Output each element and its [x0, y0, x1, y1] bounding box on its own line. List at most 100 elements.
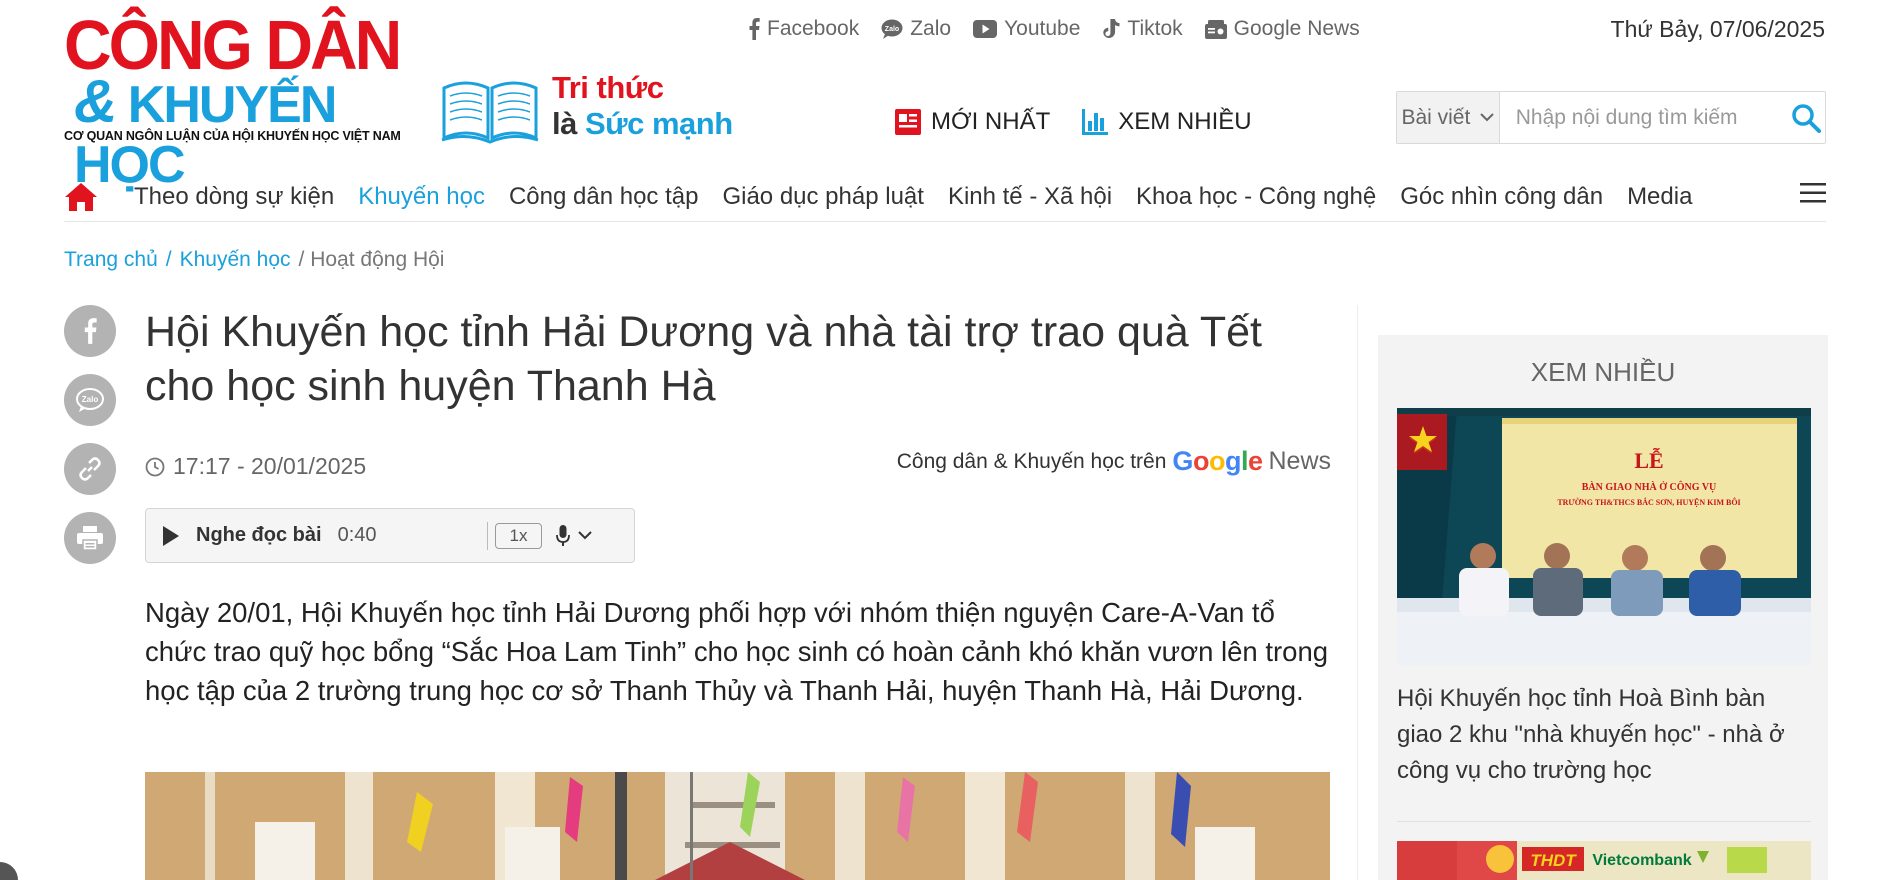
social-youtube[interactable]: Youtube	[973, 17, 1080, 41]
sidebar-story-title[interactable]: Hội Khuyến học tỉnh Hoà Bình bàn giao 2 …	[1397, 681, 1817, 789]
article-title: Hội Khuyến học tỉnh Hải Dương và nhà tài…	[145, 308, 1262, 410]
player-divider	[486, 521, 488, 550]
search-icon	[1792, 103, 1821, 133]
social-zalo[interactable]: Zalo Zalo	[881, 17, 951, 41]
slogan-line2-prefix: là	[552, 106, 585, 141]
social-google-news[interactable]: Google News	[1204, 17, 1360, 41]
share-bar: Zalo	[64, 305, 116, 564]
facebook-icon	[84, 318, 97, 344]
breadcrumb-home[interactable]: Trang chủ	[64, 248, 158, 272]
breadcrumb-current: / Hoạt động Hội	[298, 248, 445, 271]
nav-home[interactable]	[64, 177, 122, 217]
current-date: Thứ Bảy, 07/06/2025	[1610, 16, 1825, 42]
sidebar-story-image[interactable]: LỄ BÀN GIAO NHÀ Ở CÔNG VỤ TRƯỜNG TH&THCS…	[1397, 408, 1811, 665]
slogan-line2-highlight: Sức mạnh	[584, 106, 733, 141]
sidebar-story-image-2[interactable]: THDT Vietcombank	[1397, 841, 1811, 880]
school-ceremony-image	[145, 772, 1330, 880]
nav-item[interactable]: Kinh tế - Xã hội	[936, 183, 1124, 211]
banner-small-text: BÀN GIAO NHÀ Ở CÔNG VỤ	[1582, 480, 1717, 493]
social-label: Tiktok	[1127, 17, 1183, 40]
logo-line1: CÔNG DÂN	[64, 6, 402, 84]
article-photo[interactable]	[145, 772, 1330, 880]
printer-icon	[77, 526, 103, 550]
google-news-prefix: Công dân & Khuyến học trên	[896, 449, 1167, 473]
search-category-select[interactable]: Bài viết	[1397, 92, 1500, 143]
social-label: Zalo	[910, 17, 952, 40]
chevron-down-icon	[578, 531, 593, 540]
sidebar-title: XEM NHIỀU	[1530, 357, 1676, 387]
nav-item[interactable]: Media	[1615, 183, 1704, 211]
youtube-icon	[973, 20, 998, 38]
chevron-down-icon	[1480, 113, 1495, 122]
copy-link-button[interactable]	[64, 443, 116, 495]
social-links: Facebook Zalo Zalo Youtube Tiktok Google…	[748, 14, 1360, 44]
social-label: Facebook	[767, 17, 860, 40]
zalo-icon: Zalo	[881, 19, 903, 39]
home-icon	[65, 182, 97, 211]
logo-subtitle: CƠ QUAN NGÔN LUẬN CỦA HỘI KHUYẾN HỌC VIỆ…	[64, 129, 401, 143]
voice-select[interactable]	[556, 524, 593, 547]
quick-links: MỚI NHẤT XEM NHIỀU	[895, 108, 1252, 136]
menu-button[interactable]	[1800, 182, 1826, 209]
play-button[interactable]	[146, 525, 196, 547]
newest-link[interactable]: MỚI NHẤT	[895, 108, 1050, 136]
search-bar: Bài viết	[1396, 91, 1826, 144]
slogan-line1: Tri thức	[552, 70, 664, 105]
player-duration: 0:40	[337, 524, 377, 546]
slogan: Tri thức là Sức mạnh	[440, 70, 750, 145]
article-time: 17:17 - 20/01/2025	[145, 453, 366, 480]
open-book-icon	[441, 81, 539, 144]
clock-icon	[145, 457, 165, 476]
search-input[interactable]	[1499, 92, 1787, 143]
sponsor-logo-2: Vietcombank	[1592, 852, 1691, 869]
search-button[interactable]	[1787, 92, 1825, 143]
search-category-value: Bài viết	[1401, 105, 1471, 129]
nav-item[interactable]: Góc nhìn công dân	[1388, 183, 1615, 211]
sidebar-separator	[1397, 821, 1811, 822]
google-news-icon	[1204, 19, 1227, 39]
breadcrumb-section[interactable]: Khuyến học	[180, 248, 291, 272]
most-viewed-link[interactable]: XEM NHIỀU	[1082, 108, 1252, 136]
print-button[interactable]	[64, 512, 116, 564]
google-news-word: News	[1268, 447, 1331, 475]
nav-item[interactable]: Theo dòng sự kiện	[122, 183, 346, 211]
playback-speed-button[interactable]: 1x	[494, 522, 543, 549]
link-icon	[79, 457, 101, 481]
article-time-text: 17:17 - 20/01/2025	[173, 453, 367, 479]
audio-player: Nghe đọc bài 0:40 1x	[145, 508, 635, 563]
play-icon	[163, 525, 179, 546]
nav-item[interactable]: Công dân học tập	[497, 183, 710, 211]
svg-text:Zalo: Zalo	[885, 26, 899, 33]
most-viewed-label: XEM NHIỀU	[1118, 108, 1252, 135]
banner-small-text-2: TRƯỜNG TH&THCS BẮC SƠN, HUYỆN KIM BÔI	[1557, 497, 1740, 507]
ceremony-image: LỄ BÀN GIAO NHÀ Ở CÔNG VỤ TRƯỜNG TH&THCS…	[1397, 408, 1811, 665]
facebook-icon	[749, 18, 760, 40]
tiktok-icon	[1103, 18, 1120, 38]
social-facebook[interactable]: Facebook	[748, 17, 859, 41]
sponsor-logo-1: THDT	[1530, 851, 1577, 870]
player-label: Nghe đọc bài	[196, 524, 322, 546]
hamburger-menu-icon	[1800, 183, 1826, 203]
main-nav: Theo dòng sự kiện Khuyến học Công dân học …	[64, 172, 1826, 222]
column-divider	[1357, 305, 1358, 880]
social-label: Youtube	[1004, 17, 1081, 40]
microphone-icon	[556, 524, 571, 546]
zalo-icon: Zalo	[76, 388, 104, 412]
share-facebook-button[interactable]	[64, 305, 116, 357]
breadcrumb-separator: /	[165, 248, 172, 271]
nav-item[interactable]: Khuyến học	[346, 183, 497, 211]
google-logo: Google	[1172, 446, 1263, 476]
svg-text:Zalo: Zalo	[82, 395, 99, 404]
newest-label: MỚI NHẤT	[931, 108, 1051, 135]
google-news-follow[interactable]: Công dân & Khuyến học trên Google News	[897, 446, 1331, 477]
nav-item[interactable]: Giáo dục pháp luật	[710, 183, 935, 211]
slogan-line2: là Sức mạnh	[552, 106, 733, 142]
sponsor-banner-image: THDT Vietcombank	[1397, 841, 1811, 880]
social-tiktok[interactable]: Tiktok	[1102, 17, 1183, 41]
window-corner	[0, 862, 18, 880]
most-viewed-sidebar: XEM NHIỀU LỄ BÀN GIAO NHÀ Ở CÔNG VỤ TRƯỜ…	[1378, 335, 1828, 880]
nav-item[interactable]: Khoa học - Công nghệ	[1124, 183, 1388, 211]
site-logo[interactable]: CÔNG DÂN & KHUYẾN HỌC CƠ QUAN NGÔN LUẬN …	[64, 6, 424, 194]
social-label: Google News	[1233, 17, 1360, 40]
share-zalo-button[interactable]: Zalo	[64, 374, 116, 426]
